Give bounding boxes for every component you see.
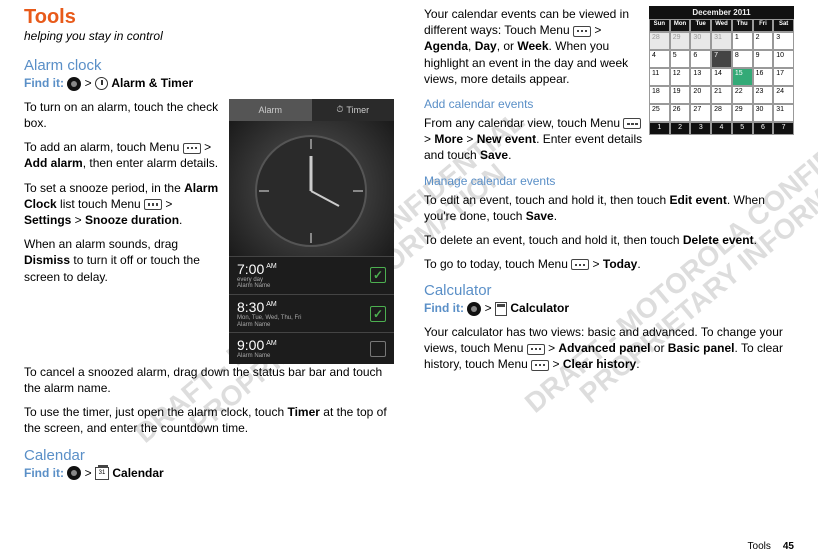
- calendar-cell[interactable]: 29: [670, 32, 691, 50]
- calendar-cell[interactable]: 7: [711, 50, 732, 68]
- alarm-checkbox[interactable]: ✓: [370, 267, 386, 283]
- calendar-cell[interactable]: 25: [649, 104, 670, 122]
- alarm-mock: Alarm ⏱ Timer 7:00AMevery dayAlarm Name✓…: [229, 99, 394, 364]
- calculator-heading: Calculator: [424, 282, 794, 299]
- calendar-cell[interactable]: 28: [649, 32, 670, 50]
- calendar-cell[interactable]: 29: [732, 104, 753, 122]
- launcher-icon: [67, 466, 81, 480]
- calendar-cell[interactable]: 13: [690, 68, 711, 86]
- calendar-cell[interactable]: 20: [690, 86, 711, 104]
- calendar-cell[interactable]: 6: [690, 50, 711, 68]
- manage-events-heading: Manage calendar events: [424, 174, 794, 188]
- calendar-cell[interactable]: 31: [711, 32, 732, 50]
- calendar-cell[interactable]: 15: [732, 68, 753, 86]
- calendar-cell[interactable]: 27: [690, 104, 711, 122]
- alarm-checkbox[interactable]: ✓: [370, 306, 386, 322]
- calendar-cell[interactable]: 26: [670, 104, 691, 122]
- menu-icon: [623, 118, 641, 129]
- calendar-icon: 31: [95, 467, 109, 480]
- alarm-p5: To cancel a snoozed alarm, drag down the…: [24, 364, 394, 396]
- calendar-cell[interactable]: 1: [732, 32, 753, 50]
- calendar-cell[interactable]: 31: [773, 104, 794, 122]
- calendar-cell[interactable]: 30: [753, 104, 774, 122]
- page-title: Tools: [24, 6, 394, 29]
- launcher-icon: [67, 77, 81, 91]
- calendar-cell[interactable]: 18: [649, 86, 670, 104]
- calendar-cell[interactable]: 8: [732, 50, 753, 68]
- calendar-cell[interactable]: 24: [773, 86, 794, 104]
- calculator-findit: Find it: > Calculator: [424, 301, 794, 316]
- calendar-cell[interactable]: 5: [732, 122, 753, 135]
- alarm-row[interactable]: 8:30AMMon, Tue, Wed, Thu, FriAlarm Name✓: [229, 294, 394, 332]
- calendar-cell[interactable]: 28: [711, 104, 732, 122]
- calendar-cell[interactable]: 5: [670, 50, 691, 68]
- calendar-cell[interactable]: 30: [690, 32, 711, 50]
- calendar-dow: Thu: [732, 19, 753, 32]
- calendar-cell[interactable]: 6: [753, 122, 774, 135]
- calendar-dow: Sat: [773, 19, 794, 32]
- cal-p4: To delete an event, touch and hold it, t…: [424, 232, 794, 248]
- alarm-row[interactable]: 9:00AMAlarm Name: [229, 332, 394, 364]
- calendar-cell[interactable]: 9: [753, 50, 774, 68]
- launcher-icon: [467, 302, 481, 316]
- calendar-dow: Tue: [690, 19, 711, 32]
- calendar-cell[interactable]: 22: [732, 86, 753, 104]
- calendar-cell[interactable]: 17: [773, 68, 794, 86]
- calendar-cell[interactable]: 16: [753, 68, 774, 86]
- calendar-cell[interactable]: 4: [711, 122, 732, 135]
- calculator-icon: [495, 302, 507, 316]
- tab-alarm[interactable]: Alarm: [229, 99, 312, 121]
- cal-p3: To edit an event, touch and hold it, the…: [424, 192, 794, 224]
- calendar-findit: Find it: > 31 Calendar: [24, 466, 394, 481]
- calendar-cell[interactable]: 23: [753, 86, 774, 104]
- menu-icon: [531, 360, 549, 371]
- page-subtitle: helping you stay in control: [24, 29, 394, 43]
- calendar-cell[interactable]: 19: [670, 86, 691, 104]
- page-footer: Tools45: [748, 541, 794, 552]
- alarm-findit: Find it: > Alarm & Timer: [24, 76, 394, 91]
- calendar-cell[interactable]: 2: [753, 32, 774, 50]
- calendar-mock: December 2011 SunMonTueWedThuFriSat28293…: [649, 6, 794, 135]
- clock-face: [229, 121, 394, 256]
- menu-icon: [573, 26, 591, 37]
- calendar-cell[interactable]: 12: [670, 68, 691, 86]
- calendar-cell[interactable]: 3: [773, 32, 794, 50]
- menu-icon: [144, 199, 162, 210]
- calendar-cell[interactable]: 11: [649, 68, 670, 86]
- calendar-cell[interactable]: 3: [690, 122, 711, 135]
- alarm-p6: To use the timer, just open the alarm cl…: [24, 404, 394, 436]
- menu-icon: [183, 143, 201, 154]
- calendar-month: December 2011: [649, 6, 794, 19]
- tab-timer[interactable]: ⏱ Timer: [312, 99, 395, 121]
- calendar-dow: Mon: [670, 19, 691, 32]
- calendar-dow: Sun: [649, 19, 670, 32]
- calendar-cell[interactable]: 2: [670, 122, 691, 135]
- calendar-cell[interactable]: 21: [711, 86, 732, 104]
- menu-icon: [571, 259, 589, 270]
- calendar-cell[interactable]: 7: [773, 122, 794, 135]
- alarm-heading: Alarm clock: [24, 57, 394, 74]
- cal-p5: To go to today, touch Menu > Today.: [424, 256, 794, 272]
- calendar-cell[interactable]: 1: [649, 122, 670, 135]
- alarm-checkbox[interactable]: [370, 341, 386, 357]
- calendar-dow: Fri: [753, 19, 774, 32]
- calendar-cell[interactable]: 10: [773, 50, 794, 68]
- calendar-cell[interactable]: 14: [711, 68, 732, 86]
- alarm-row[interactable]: 7:00AMevery dayAlarm Name✓: [229, 256, 394, 294]
- calendar-dow: Wed: [711, 19, 732, 32]
- calendar-heading: Calendar: [24, 447, 394, 464]
- calendar-cell[interactable]: 4: [649, 50, 670, 68]
- calc-p1: Your calculator has two views: basic and…: [424, 324, 794, 373]
- alarm-icon: [95, 77, 108, 90]
- menu-icon: [527, 344, 545, 355]
